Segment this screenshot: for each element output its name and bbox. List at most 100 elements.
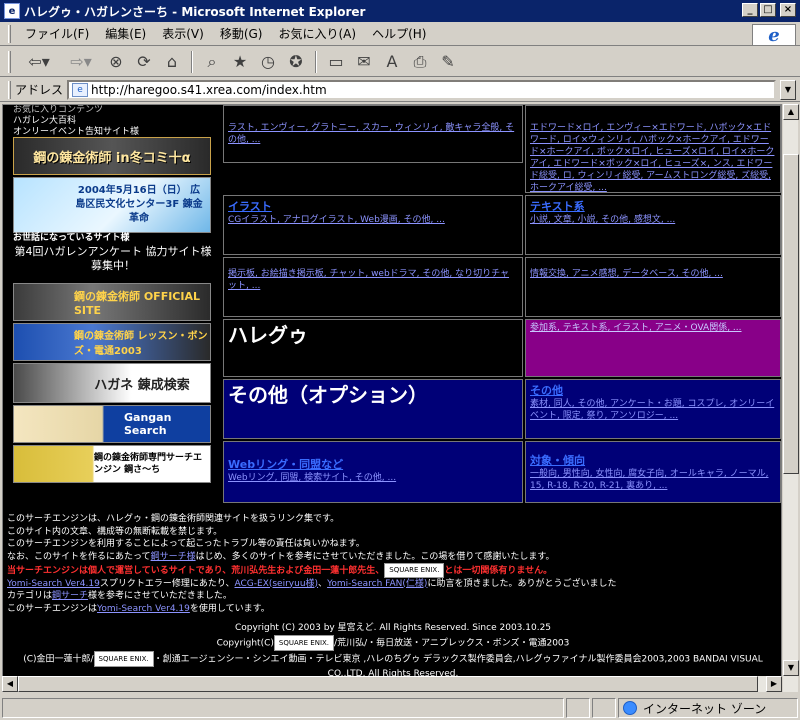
menu-edit[interactable]: 編集(E) [97,23,154,44]
link-hagane-search[interactable]: 鋼サーチ様 [151,552,196,562]
category-cell-other: その他 素材, 同人, その他, アンケート・お題, コスプレ, オンリーイベン… [525,379,781,439]
banner-hagane-sachi[interactable]: 鋼の錬金術師専門サーチエンジン 鋼さ～ち [13,445,211,483]
category-cell-info: 情報交換, アニメ感想, データベース, その他, ... [525,257,781,317]
scroll-down-icon[interactable]: ▼ [783,660,799,676]
menu-go[interactable]: 移動(G) [212,23,271,44]
info-line-7: カテゴリは鋼サーチ様を参考にさせていただきました。 [7,591,232,601]
banner-mbs[interactable]: 鋼の錬金術師 レッスン・ボンズ・電通2003 [13,323,211,361]
copyright-line-1: Copyright (C) 2003 by 星宮えど. All Rights R… [234,623,552,633]
search-icon[interactable]: ⌕ [199,50,225,74]
info-line-5: 当サーチエンジンは個人で運営しているサイトであり、荒川弘先生および金田一蓮十郎先… [7,563,777,578]
banner-official-site-text: 鋼の錬金術師 OFFICIAL SITE [74,289,200,317]
category-target-title[interactable]: 対象・傾向 [530,452,776,468]
scroll-up-icon[interactable]: ▲ [783,104,799,120]
banner-hagane-search[interactable]: ハガネ 錬成検索 [13,363,211,403]
sponsor-label: お世話になっているサイト様 [13,233,130,243]
menu-view[interactable]: 表示(V) [154,23,212,44]
banner-winter-comiket-text: 鋼の錬金術師 in冬コミ十α [33,150,191,166]
category-text-links[interactable]: 小説, 文章, 小説, その他, 感想文, ... [530,214,776,226]
fullscreen-icon[interactable]: ▭ [323,50,349,74]
category-text-title[interactable]: テキスト系 [530,198,776,214]
link-acg-ex[interactable]: ACG-EX(seiryuu様) [235,579,319,589]
status-pane-2 [566,698,590,718]
vertical-scroll-thumb[interactable] [783,154,799,474]
square-enix-logo-2: SQUARE ENIX. [273,635,335,651]
link-hagane-search-2[interactable]: 鋼サーチ [52,591,88,601]
category-cell-target: 対象・傾向 一般向, 男性向, 女性向, 腐女子向, オールキャラ, ノーマル,… [525,441,781,503]
print-icon[interactable]: ⎙ [407,50,433,74]
stop-icon[interactable]: ⊗ [103,50,129,74]
info-line-3: このサーチエンジンを利用することによって起こったトラブル等の責任は負いかねます。 [7,539,365,549]
channels-icon[interactable]: ✪ [283,50,309,74]
banner-renkin-kakumei[interactable]: 2004年5月16日（日） 広島区民文化センター3F 錬金革命 [13,177,211,233]
copyright-line-2: Copyright(C) SQUARE ENIX./荒川弘/・毎日放送・アニプレッ… [3,635,781,651]
status-main [2,698,564,718]
recruit-text[interactable]: 第4回ハガレンアンケート 協力サイト様募集中！ [13,245,213,273]
status-zone: インターネット ゾーン [618,698,798,718]
square-enix-logo-3: SQUARE ENIX. [93,651,154,667]
page-icon: e [72,82,89,97]
link-yomi-fan[interactable]: Yomi-Search FAN(仁様) [327,579,427,589]
info-line-2: このサイト内の文章、構成等の無断転載を禁じます。 [7,526,223,537]
category-cell-text: テキスト系 小説, 文章, 小説, その他, 感想文, ... [525,195,781,255]
address-grip[interactable] [8,80,11,99]
copyright-block: Copyright (C) 2003 by 星宮えど. All Rights R… [3,621,781,681]
banner-official-site[interactable]: 鋼の錬金術師 OFFICIAL SITE [13,283,211,321]
status-pane-3 [592,698,616,718]
category-community-links[interactable]: 掲示板, お絵描き掲示板, チャット, webドラマ, その他, なり切りチャッ… [228,268,518,292]
address-dropdown-icon[interactable]: ▼ [780,79,796,100]
link-yomi-search[interactable]: Yomi-Search Ver4.19 [7,579,100,589]
home-icon[interactable]: ⌂ [159,50,185,74]
status-zone-text: インターネット ゾーン [643,701,767,716]
section-title-haregu: ハレグゥ [228,323,308,347]
category-characters-links[interactable]: ラスト, エンヴィー, グラトニー, スカー, ウィンリィ, 敵キャラ全般, そ… [228,122,518,146]
menu-favorites[interactable]: お気に入り(A) [270,23,364,44]
address-url[interactable]: http://haregoo.s41.xrea.com/index.htm [91,83,327,97]
left-top-line-1[interactable]: お気に入りコンテンツ [13,105,139,116]
category-grid: ラスト, エンヴィー, グラトニー, スカー, ウィンリィ, 敵キャラ全般, そ… [223,105,781,505]
scroll-left-icon[interactable]: ◀ [2,676,18,692]
maximize-button[interactable]: □ [760,3,776,17]
font-icon[interactable]: A [379,50,405,74]
category-illust-title[interactable]: イラスト [228,198,518,214]
category-cell-couplings: エドワード×ロイ, エンヴィー×エドワード, ハボック×エドワード, ロイ×ウィ… [525,105,781,193]
address-input[interactable]: e http://haregoo.s41.xrea.com/index.htm [67,79,776,100]
status-bar: インターネット ゾーン [0,696,800,720]
banner-winter-comiket[interactable]: 鋼の錬金術師 in冬コミ十α [13,137,211,175]
category-target-links[interactable]: 一般向, 男性向, 女性向, 腐女子向, オールキャラ, ノーマル, 15, R… [530,468,776,492]
menu-file[interactable]: ファイル(F) [17,23,97,44]
category-couplings-links[interactable]: エドワード×ロイ, エンヴィー×エドワード, ハボック×エドワード, ロイ×ウィ… [530,122,776,192]
category-other-links[interactable]: 素材, 同人, その他, アンケート・お題, コスプレ, オンリーイベント, 限… [530,398,776,422]
category-other-title[interactable]: その他 [530,382,776,398]
left-top-line-2[interactable]: ハガレン大百科 [13,116,139,127]
history-icon[interactable]: ◷ [255,50,281,74]
back-icon[interactable]: ⇦▾ [19,50,59,74]
category-haregu-links[interactable]: 参加系, テキスト系, イラスト, アニメ・OVA関係, ... [530,322,776,334]
forward-icon[interactable]: ⇨▾ [61,50,101,74]
title-bar: e ハレグゥ・ハガレンさーち - Microsoft Internet Expl… [0,0,800,22]
copyright-line-3: (C)金田一蓮十郎/SQUARE ENIX. ・創通エージェンシー・シンエイ動画・… [3,651,781,667]
window-title: ハレグゥ・ハガレンさーち - Microsoft Internet Explor… [24,4,366,19]
site-info: このサーチエンジンは、ハレグゥ・鋼の錬金術師関連サイトを扱うリンク集です。 この… [7,513,777,615]
vertical-scrollbar[interactable]: ▲ ▼ [782,104,799,692]
banner-hagane-sachi-text: 鋼の錬金術師専門サーチエンジン 鋼さ～ち [94,453,203,475]
edit-icon[interactable]: ✎ [435,50,461,74]
close-button[interactable]: × [780,3,796,17]
menu-grip[interactable] [8,24,11,43]
category-webring-title[interactable]: Webリング・同盟など [228,456,518,472]
category-info-links[interactable]: 情報交換, アニメ感想, データベース, その他, ... [530,268,776,280]
minimize-button[interactable]: _ [742,3,758,17]
mail-icon[interactable]: ✉ [351,50,377,74]
scroll-right-icon[interactable]: ▶ [766,676,782,692]
horizontal-scrollbar[interactable]: ◀ ▶ [2,676,782,692]
category-illust-links[interactable]: CGイラスト, アナログイラスト, Web漫画, その他, ... [228,214,518,226]
banner-gangan-search[interactable]: Gangan Search [13,405,211,443]
refresh-icon[interactable]: ⟳ [131,50,157,74]
menu-help[interactable]: ヘルプ(H) [364,23,434,44]
favorites-icon[interactable]: ★ [227,50,253,74]
toolbar-grip[interactable] [8,50,11,73]
category-webring-links[interactable]: Webリング, 同盟, 検索サイト, その他, ... [228,472,518,484]
left-column: お気に入りコンテンツ ハガレン大百科 オンリーイベント告知サイト様 鋼の錬金術師… [9,105,219,505]
link-yomi-search-2[interactable]: Yomi-Search Ver4.19 [97,604,190,614]
horizontal-scroll-thumb[interactable] [18,676,758,692]
